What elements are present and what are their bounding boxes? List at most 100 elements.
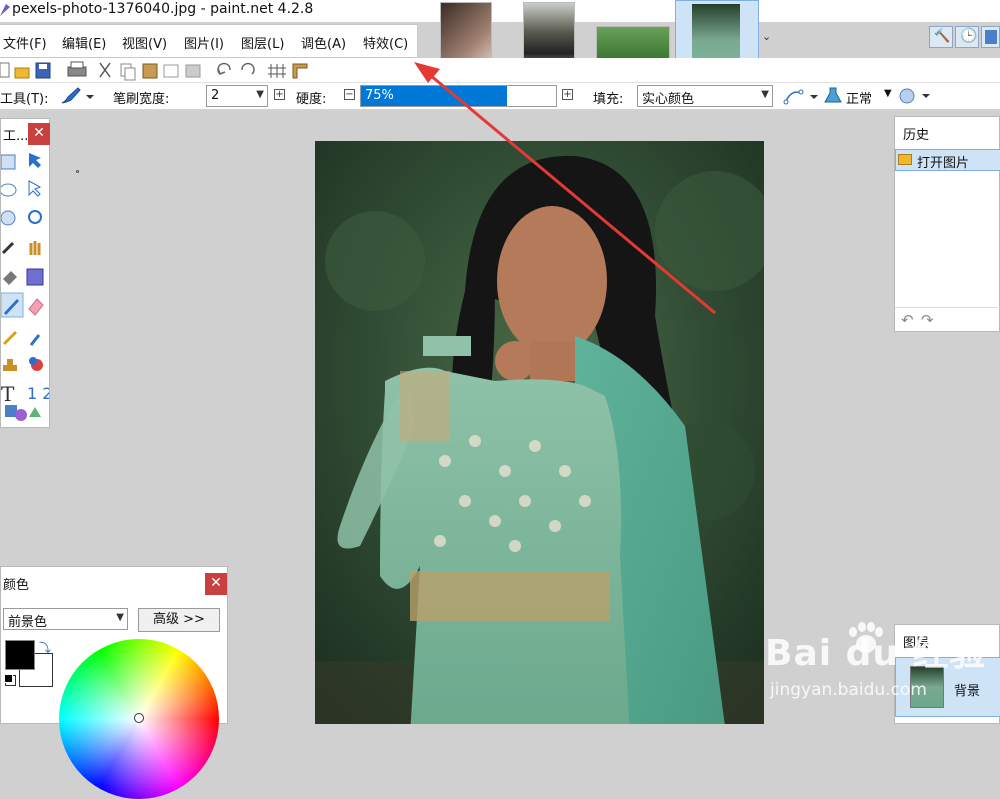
- shapes-tool-icon[interactable]: [3, 403, 41, 421]
- menu-layers[interactable]: 图层(L): [241, 33, 284, 52]
- color-wheel-handle[interactable]: [134, 713, 144, 723]
- hardness-slider[interactable]: 75%: [360, 85, 557, 107]
- colors-panel-close-icon[interactable]: ✕: [205, 573, 227, 595]
- paste-icon[interactable]: [142, 62, 158, 78]
- image-canvas[interactable]: [315, 141, 764, 724]
- clone-stamp-tool-icon[interactable]: [1, 349, 19, 367]
- ruler-icon[interactable]: [292, 62, 308, 78]
- move-selection-tool-icon[interactable]: [27, 153, 45, 171]
- color-wheel[interactable]: [59, 639, 219, 799]
- tool-options-bar: 工具(T): 笔刷宽度: 2 ▼ + 硬度: − 75% + 填充: 实心颜色 …: [0, 83, 1000, 110]
- history-item[interactable]: 打开图片: [895, 149, 1000, 171]
- save-icon[interactable]: [36, 62, 51, 77]
- zoom-tool-icon[interactable]: [27, 209, 45, 227]
- layers-toggle-button[interactable]: [981, 26, 1000, 48]
- menu-image[interactable]: 图片(I): [184, 33, 224, 52]
- menu-file[interactable]: 文件(F): [3, 33, 47, 52]
- menu-edit[interactable]: 编辑(E): [62, 33, 106, 52]
- new-file-button[interactable]: [3, 62, 12, 76]
- hammer-icon: 🔨: [934, 29, 951, 44]
- cut-icon[interactable]: [98, 62, 112, 77]
- color-picker-tool-icon[interactable]: [27, 321, 45, 339]
- brush-width-label: 笔刷宽度:: [113, 92, 170, 107]
- colors-panel-title: 颜色: [3, 578, 30, 593]
- rectangle-select-tool-icon[interactable]: [1, 155, 19, 173]
- layer-name: 背景: [954, 684, 981, 699]
- print-icon[interactable]: [68, 62, 86, 77]
- tools-panel-title: 工...: [3, 129, 29, 144]
- deselect-icon[interactable]: [186, 62, 202, 78]
- stray-dot: [76, 170, 79, 173]
- history-panel: 历史 打开图片 ↶ ↷: [894, 116, 1000, 332]
- primary-color-swatch[interactable]: [5, 640, 35, 670]
- baidu-logo-watermark: Bai du 经验: [765, 612, 986, 674]
- brush-width-increase-button[interactable]: +: [274, 89, 285, 100]
- hardness-value: 75%: [365, 88, 394, 103]
- text-tool-icon[interactable]: [1, 377, 19, 397]
- hardness-label: 硬度:: [296, 92, 327, 107]
- tool-label: 工具(T):: [0, 92, 49, 107]
- ellipse-select-tool-icon[interactable]: [1, 209, 19, 227]
- colors-panel: 颜色 ✕ 前景色 ▼ 高级 >> ⤵: [0, 566, 228, 799]
- paintbrush-tool-icon[interactable]: [1, 293, 23, 317]
- grid-icon[interactable]: [268, 62, 286, 78]
- magic-wand-tool-icon[interactable]: [1, 237, 19, 255]
- main-toolbar: [0, 58, 1000, 83]
- fill-mode-combo[interactable]: 实心颜色 ▼: [637, 85, 773, 107]
- chevron-down-icon[interactable]: ▼: [884, 88, 892, 99]
- antialiasing-picker[interactable]: [783, 87, 819, 105]
- history-redo-icon[interactable]: ↷: [921, 311, 934, 329]
- menu-bar: 文件(F) 编辑(E) 视图(V) 图片(I) 图层(L) 调色(A) 特效(C…: [0, 24, 418, 58]
- hardness-decrease-button[interactable]: −: [344, 89, 355, 100]
- color-mode-value: 前景色: [8, 615, 48, 630]
- history-item-label: 打开图片: [917, 156, 970, 171]
- history-toggle-button[interactable]: 🕒: [955, 26, 979, 48]
- crop-icon[interactable]: [164, 62, 180, 78]
- redo-icon[interactable]: [240, 62, 256, 78]
- menu-adjustments[interactable]: 调色(A): [301, 33, 346, 52]
- paintbrush-icon: [61, 87, 94, 104]
- pan-hand-tool-icon[interactable]: [27, 237, 45, 255]
- antialias-curve-icon: [783, 89, 818, 105]
- selection-mode-icon: [899, 88, 930, 104]
- advanced-colors-button-label: 高级 >>: [153, 612, 205, 627]
- watermark-logo: Bai du 经验: [765, 633, 987, 674]
- window-title: pexels-photo-1376040.jpg - paint.net 4.2…: [12, 1, 314, 17]
- blend-mode-icon: [824, 86, 842, 104]
- chevron-down-icon: ▼: [116, 612, 124, 623]
- hardness-increase-button[interactable]: +: [562, 89, 573, 100]
- app-icon: [0, 4, 10, 16]
- undo-icon[interactable]: [217, 62, 233, 78]
- tool-picker[interactable]: [60, 87, 94, 105]
- pencil-tool-icon[interactable]: [1, 321, 19, 339]
- recolor-tool-icon[interactable]: [27, 349, 45, 367]
- thumbnails-chevron-down-icon[interactable]: ⌄: [762, 30, 771, 43]
- menu-view[interactable]: 视图(V): [122, 33, 167, 52]
- open-folder-icon[interactable]: [15, 62, 30, 77]
- advanced-colors-button[interactable]: 高级 >>: [138, 608, 220, 632]
- selection-mode-picker[interactable]: [898, 86, 934, 106]
- gradient-tool-icon[interactable]: [27, 265, 45, 283]
- fill-label: 填充:: [593, 92, 624, 107]
- lasso-select-tool-icon[interactable]: [1, 181, 19, 199]
- swap-colors-icon[interactable]: ⤵: [39, 639, 51, 656]
- tools-panel-close-icon[interactable]: ✕: [28, 123, 50, 145]
- paint-bucket-tool-icon[interactable]: [1, 265, 19, 283]
- brush-width-combo[interactable]: 2 ▼: [206, 85, 268, 107]
- color-mode-combo[interactable]: 前景色 ▼: [3, 608, 128, 630]
- tools-toggle-button[interactable]: 🔨: [929, 26, 953, 48]
- fill-mode-value: 实心颜色: [642, 92, 695, 107]
- line-curve-tool-icon[interactable]: [27, 377, 45, 397]
- brush-width-value: 2: [211, 88, 220, 103]
- move-selected-tool-icon[interactable]: [27, 181, 45, 199]
- menu-effects[interactable]: 特效(C): [363, 33, 408, 52]
- blend-mode-value[interactable]: 正常: [846, 88, 872, 107]
- reset-colors-icon[interactable]: [4, 674, 13, 683]
- copy-icon[interactable]: [120, 62, 136, 80]
- eraser-tool-icon[interactable]: [27, 293, 45, 311]
- chevron-down-icon: ▼: [761, 89, 769, 100]
- watermark-url: jingyan.baidu.com: [770, 680, 927, 700]
- history-undo-icon[interactable]: ↶: [901, 311, 914, 329]
- tools-panel: 工... ✕ T 1 2: [0, 118, 50, 428]
- canvas-photo: [315, 141, 764, 724]
